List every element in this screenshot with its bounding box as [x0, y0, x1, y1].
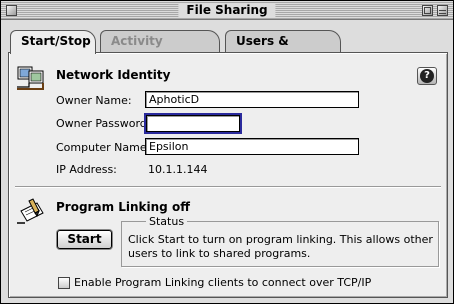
collapse-box[interactable]	[437, 5, 448, 16]
help-icon: ?	[420, 69, 434, 83]
tcp-ip-checkbox-label[interactable]: Enable Program Linking clients to connec…	[74, 276, 371, 289]
ip-address-value: 10.1.1.144	[148, 163, 208, 176]
file-sharing-window: File Sharing Users & Groups Activity Mon…	[0, 0, 454, 304]
owner-password-field[interactable]	[144, 113, 242, 134]
program-linking-heading: Program Linking off	[56, 200, 190, 214]
network-identity-icon	[17, 66, 44, 90]
tab-users-groups[interactable]: Users & Groups	[225, 30, 341, 69]
tcp-ip-checkbox[interactable]	[58, 277, 70, 289]
owner-name-label: Owner Name:	[56, 94, 132, 107]
tab-start-stop[interactable]: Start/Stop	[10, 30, 96, 54]
zoom-box[interactable]	[422, 5, 433, 16]
owner-name-field[interactable]: AphoticD	[145, 91, 359, 108]
ip-address-label: IP Address:	[56, 163, 117, 176]
status-legend: Status	[146, 215, 188, 228]
start-button[interactable]: Start	[57, 230, 112, 249]
help-button[interactable]: ?	[417, 67, 437, 85]
status-text: Click Start to turn on program linking. …	[128, 233, 433, 260]
owner-password-label: Owner Password:	[56, 117, 151, 130]
tab-activity-monitor[interactable]: Activity Monitor	[100, 30, 220, 69]
program-linking-icon	[17, 198, 44, 224]
computer-name-field[interactable]: Epsilon	[145, 138, 359, 155]
start-stop-panel: Network Identity ? Owner Name: AphoticD …	[8, 52, 448, 298]
network-identity-heading: Network Identity	[56, 68, 171, 82]
close-box[interactable]	[6, 5, 17, 16]
computer-name-label: Computer Name:	[56, 141, 151, 154]
window-title: File Sharing	[178, 3, 276, 18]
section-divider	[15, 186, 441, 188]
title-bar[interactable]: File Sharing	[1, 1, 453, 20]
